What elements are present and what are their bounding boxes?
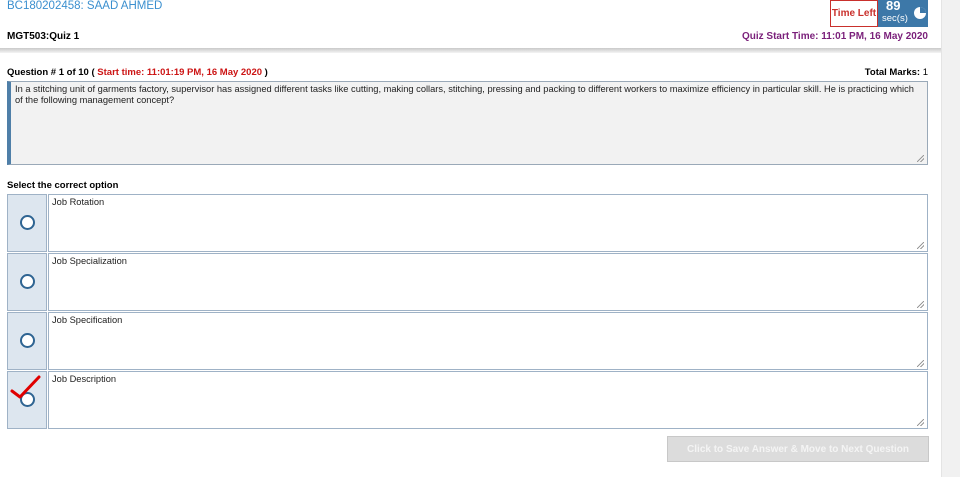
option-row[interactable]: Job Specialization (7, 253, 928, 311)
question-text-box: In a stitching unit of garments factory,… (7, 81, 928, 165)
option-text: Job Specialization (52, 256, 127, 266)
time-left-widget: Time Left 89 sec(s) (830, 0, 928, 27)
option-row[interactable]: Job Description (7, 371, 928, 429)
option-row[interactable]: Job Specification (7, 312, 928, 370)
option-radio-cell[interactable] (7, 194, 47, 252)
resize-grip-icon[interactable] (917, 301, 924, 308)
option-radio[interactable] (20, 215, 35, 230)
option-text-box: Job Description (48, 371, 928, 429)
question-number: Question # 1 of 10 ( (7, 67, 95, 78)
total-marks: Total Marks: 1 (865, 67, 928, 78)
quiz-page: BC180202458: SAAD AHMED MGT503:Quiz 1 Ti… (0, 0, 960, 477)
option-text: Job Specification (52, 315, 123, 325)
time-left-label: Time Left (830, 0, 878, 27)
time-left-seconds: 89 (886, 0, 901, 13)
question-start-time: Start time: 11:01:19 PM, 16 May 2020 (94, 67, 265, 78)
quiz-title: MGT503:Quiz 1 (7, 31, 80, 42)
select-option-label: Select the correct option (7, 180, 119, 191)
option-text-box: Job Rotation (48, 194, 928, 252)
option-radio[interactable] (20, 333, 35, 348)
option-text: Job Description (52, 374, 117, 384)
option-radio-cell[interactable] (7, 253, 47, 311)
question-text: In a stitching unit of garments factory,… (15, 84, 914, 105)
quiz-start-time: Quiz Start Time: 11:01 PM, 16 May 2020 (741, 31, 928, 42)
option-text: Job Rotation (52, 197, 105, 207)
option-row[interactable]: Job Rotation (7, 194, 928, 252)
resize-grip-icon[interactable] (917, 242, 924, 249)
total-marks-value: 1 (920, 67, 928, 78)
scrollbar[interactable] (941, 0, 960, 477)
option-text-box: Job Specialization (48, 253, 928, 311)
resize-grip-icon[interactable] (917, 360, 924, 367)
resize-grip-icon[interactable] (917, 419, 924, 426)
clock-pie-icon (914, 7, 926, 19)
total-marks-label: Total Marks: (864, 67, 921, 78)
header-divider (0, 48, 941, 53)
option-radio[interactable] (20, 274, 35, 289)
resize-grip-icon[interactable] (917, 155, 924, 162)
time-left-value-box: 89 sec(s) (878, 0, 928, 27)
save-next-button[interactable]: Click to Save Answer & Move to Next Ques… (667, 436, 929, 462)
student-id-name: BC180202458: SAAD AHMED (7, 0, 163, 12)
option-text-box: Job Specification (48, 312, 928, 370)
option-radio-cell[interactable] (7, 312, 47, 370)
question-header: Question # 1 of 10 ( Start time: 11:01:1… (7, 67, 268, 78)
red-checkmark-icon (10, 375, 41, 399)
time-left-unit: sec(s) (882, 13, 908, 24)
question-header-close: ) (264, 67, 268, 78)
